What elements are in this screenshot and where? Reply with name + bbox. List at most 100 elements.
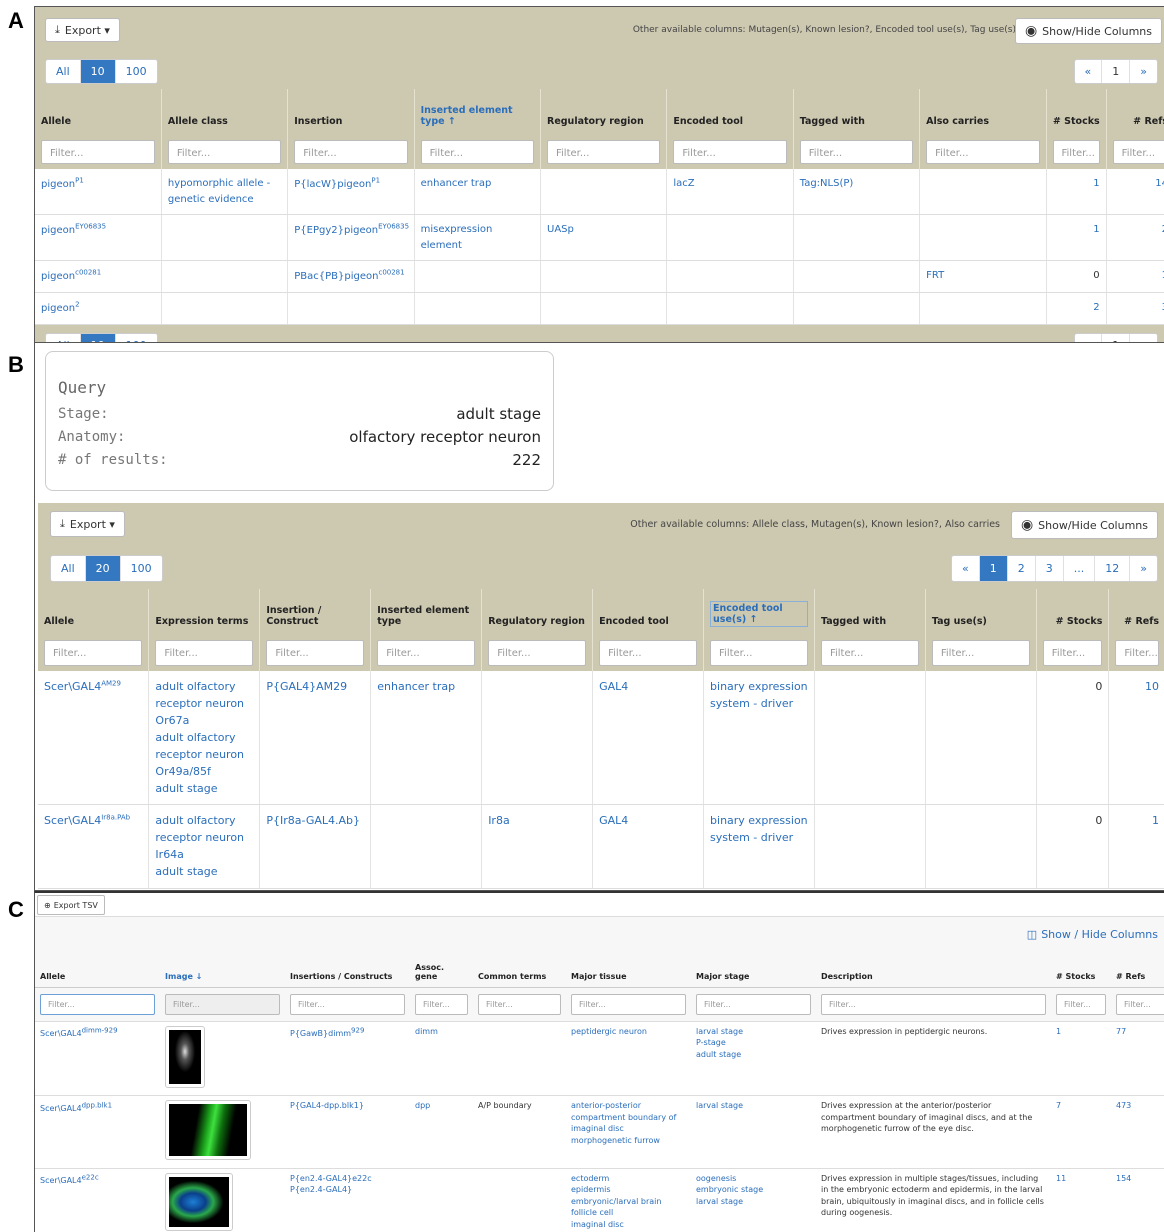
regulatory-region-link[interactable]: Ir8a: [481, 804, 594, 889]
allele-link[interactable]: pigeonP1: [41, 177, 84, 190]
regulatory-region-cell[interactable]: [540, 260, 668, 293]
filter-input[interactable]: Filter...: [547, 140, 661, 164]
allele-link[interactable]: Scer\GAL4AM29: [44, 679, 121, 693]
gene-link[interactable]: [410, 1168, 473, 1232]
element-type-link[interactable]: enhancer trap: [414, 169, 542, 215]
col-assoc-gene[interactable]: Assoc. gene: [410, 955, 473, 988]
stage-link[interactable]: larval stage: [696, 1100, 811, 1112]
col-allele[interactable]: Allele: [35, 955, 160, 988]
also-carries-link[interactable]: FRT: [919, 260, 1047, 293]
insertion-link[interactable]: P{en2.4-GAL4}: [290, 1184, 405, 1196]
tissue-link[interactable]: epidermis: [571, 1184, 686, 1196]
pager-next[interactable]: »: [1130, 556, 1157, 581]
export-button[interactable]: ⤓ Export ▾: [50, 511, 125, 537]
refs-link[interactable]: 3: [1106, 292, 1164, 325]
insertion-link[interactable]: P{GAL4}AM29: [259, 671, 372, 806]
filter-input[interactable]: Filter...: [571, 993, 686, 1015]
filter-input[interactable]: Filter...: [599, 640, 698, 666]
tagged-with-link[interactable]: [793, 292, 921, 325]
col-insertions-constructs[interactable]: Insertions / Constructs: [285, 955, 410, 988]
filter-input[interactable]: Filter...: [1116, 993, 1164, 1015]
page-size-100[interactable]: 100: [121, 556, 162, 581]
page-size-10[interactable]: 10: [80, 60, 116, 83]
col-allele-class[interactable]: Allele class: [161, 89, 289, 135]
regulatory-region-cell[interactable]: [540, 292, 668, 325]
page-size-20[interactable]: 20: [85, 556, 121, 581]
filter-input[interactable]: Filter...: [1052, 140, 1100, 164]
filter-input[interactable]: Filter...: [41, 140, 155, 164]
col-encoded-tool[interactable]: Encoded tool: [592, 589, 705, 635]
allele-link[interactable]: Scer\GAL4dpp.blk1: [40, 1101, 112, 1113]
allele-class-link[interactable]: hypomorphic allele - genetic evidence: [161, 169, 289, 215]
also-carries-cell[interactable]: [919, 292, 1047, 325]
expression-image-thumbnail[interactable]: [165, 1100, 251, 1161]
page-size-selector-bottom[interactable]: All 10 100: [45, 332, 158, 342]
filter-input[interactable]: Filter...: [696, 993, 811, 1015]
stocks-link[interactable]: 2: [1046, 292, 1107, 325]
filter-input[interactable]: Filter...: [420, 140, 534, 164]
show-hide-columns-link[interactable]: ◫ Show / Hide Columns: [1027, 928, 1158, 941]
refs-link[interactable]: 77: [1111, 1021, 1164, 1097]
also-carries-cell[interactable]: [919, 169, 1047, 215]
pagination[interactable]: « 1 2 3 ... 12 »: [951, 555, 1158, 582]
tool-use-link[interactable]: binary expression system - driver: [703, 671, 815, 806]
filter-input[interactable]: Filter...: [820, 640, 919, 666]
col-refs[interactable]: # Refs: [1106, 89, 1164, 135]
element-type-link[interactable]: [414, 260, 542, 293]
col-inserted-element-type[interactable]: Inserted element type ↑: [414, 89, 542, 135]
element-type-link[interactable]: enhancer trap: [370, 671, 483, 806]
col-stocks[interactable]: # Stocks: [1046, 89, 1107, 135]
filter-input[interactable]: Filter...: [488, 640, 587, 666]
page-size-100[interactable]: 100: [116, 334, 157, 342]
stocks-link[interactable]: 11: [1051, 1168, 1111, 1232]
insertion-link[interactable]: P{Ir8a-GAL4.Ab}: [259, 804, 372, 889]
show-hide-columns-button[interactable]: ◉ Show/Hide Columns: [1014, 18, 1162, 44]
element-type-cell[interactable]: [370, 804, 483, 889]
allele-link[interactable]: pigeon2: [41, 301, 80, 314]
stage-link[interactable]: oogenesis: [696, 1173, 811, 1185]
expression-term-link[interactable]: adult olfactory receptor neuron Or67a: [155, 678, 253, 729]
stocks-link[interactable]: 7: [1051, 1095, 1111, 1169]
show-hide-columns-button[interactable]: ◉ Show/Hide Columns: [1010, 511, 1158, 539]
allele-class-link[interactable]: [161, 260, 289, 293]
col-description[interactable]: Description: [816, 955, 1051, 988]
filter-input[interactable]: Filter...: [290, 993, 405, 1015]
expression-term-link[interactable]: adult olfactory receptor neuron Or49a/85…: [155, 729, 253, 780]
encoded-tool-link[interactable]: GAL4: [592, 804, 705, 889]
regulatory-region-cell[interactable]: [481, 671, 594, 806]
stocks-link[interactable]: 1: [1051, 1021, 1111, 1097]
col-expression-terms[interactable]: Expression terms: [148, 589, 261, 635]
filter-input[interactable]: Filter...: [799, 140, 914, 164]
element-type-link[interactable]: misexpression element: [414, 214, 542, 261]
tagged-with-link[interactable]: [793, 260, 921, 293]
tagged-with-link[interactable]: [793, 214, 921, 261]
page-size-100[interactable]: 100: [116, 60, 157, 83]
col-refs[interactable]: # Refs: [1108, 589, 1164, 635]
encoded-tool-link[interactable]: [666, 260, 794, 293]
filter-input[interactable]: Filter...: [266, 640, 365, 666]
expression-image-thumbnail[interactable]: [165, 1172, 233, 1231]
regulatory-region-cell[interactable]: [540, 169, 668, 215]
also-carries-cell[interactable]: [919, 214, 1047, 261]
pager-prev[interactable]: «: [952, 556, 980, 581]
col-insertion-construct[interactable]: Insertion / Construct: [259, 589, 372, 635]
col-encoded-tool-use[interactable]: Encoded tool use(s) ↑: [703, 589, 815, 635]
tissue-link[interactable]: morphogenetic furrow: [571, 1135, 686, 1147]
refs-link[interactable]: 154: [1111, 1168, 1164, 1232]
filter-input[interactable]: Filter...: [40, 993, 155, 1015]
pager-page-1[interactable]: 1: [1102, 333, 1131, 342]
allele-link[interactable]: pigeonEY06835: [41, 223, 106, 236]
stocks-link[interactable]: 1: [1046, 169, 1107, 215]
filter-input[interactable]: Filter...: [1042, 640, 1103, 666]
page-size-selector[interactable]: All 20 100: [50, 555, 163, 582]
regulatory-region-link[interactable]: UASp: [540, 214, 668, 261]
refs-link[interactable]: 1: [1108, 804, 1164, 889]
col-stocks[interactable]: # Stocks: [1036, 589, 1110, 635]
refs-link[interactable]: 14: [1106, 169, 1164, 215]
col-major-stage[interactable]: Major stage: [691, 955, 816, 988]
col-encoded-tool[interactable]: Encoded tool: [666, 89, 794, 135]
col-tagged-with[interactable]: Tagged with: [793, 89, 921, 135]
element-type-link[interactable]: [414, 292, 542, 325]
allele-link[interactable]: Scer\GAL4dimm-929: [40, 1027, 118, 1039]
expression-image-thumbnail[interactable]: [165, 1025, 205, 1088]
